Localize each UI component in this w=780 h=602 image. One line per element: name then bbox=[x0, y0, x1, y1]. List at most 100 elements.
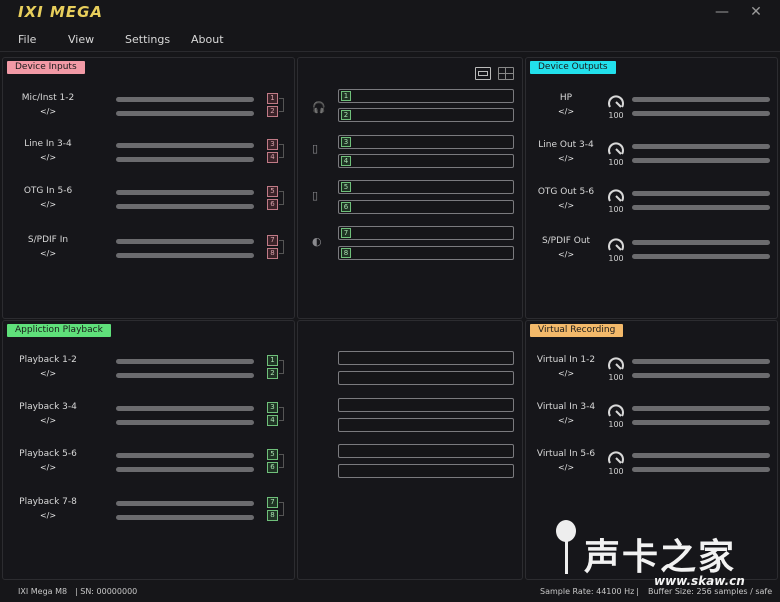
outputs-row-label: S/PDIF Out bbox=[541, 236, 591, 246]
outputs-level-meter[interactable] bbox=[632, 254, 770, 259]
playback-pair-bracket bbox=[279, 454, 284, 468]
inputs-level-meter[interactable] bbox=[116, 239, 254, 244]
inputs-row-label: OTG In 5-6 bbox=[23, 186, 73, 196]
playback-level-meter[interactable] bbox=[116, 373, 254, 378]
outputs-link-toggle[interactable]: </> bbox=[556, 250, 576, 259]
layout-split-button[interactable] bbox=[498, 67, 514, 80]
layout-single-button[interactable] bbox=[475, 67, 491, 80]
outputs-level-meter[interactable] bbox=[632, 191, 770, 196]
playback-level-meter[interactable] bbox=[116, 359, 254, 364]
outputs-level-meter[interactable] bbox=[632, 240, 770, 245]
status-separator: | bbox=[636, 587, 639, 596]
inputs-channel-badge: 6 bbox=[267, 199, 278, 210]
recording-link-toggle[interactable]: </> bbox=[556, 369, 576, 378]
recording-volume-knob[interactable]: 100 bbox=[606, 354, 626, 382]
inputs-level-meter[interactable] bbox=[116, 253, 254, 258]
outputs-level-meter[interactable] bbox=[632, 97, 770, 102]
recording-level-meter[interactable] bbox=[632, 453, 770, 458]
outputs-volume-knob[interactable]: 100 bbox=[606, 235, 626, 263]
routing-slot-7[interactable]: 7 bbox=[338, 226, 514, 240]
menu-about[interactable]: About bbox=[191, 33, 224, 46]
knob-icon bbox=[608, 404, 624, 417]
playback-level-meter[interactable] bbox=[116, 420, 254, 425]
recording-routing-slot-2[interactable] bbox=[338, 371, 514, 385]
routing-channel-badge: 8 bbox=[341, 248, 351, 258]
menu-settings[interactable]: Settings bbox=[125, 33, 170, 46]
knob-value: 100 bbox=[608, 420, 624, 429]
minimize-button[interactable]: — bbox=[711, 2, 733, 22]
outputs-level-meter[interactable] bbox=[632, 144, 770, 149]
recording-routing-slot-3[interactable] bbox=[338, 398, 514, 412]
menu-view[interactable]: View bbox=[68, 33, 94, 46]
inputs-level-meter[interactable] bbox=[116, 111, 254, 116]
recording-routing-slot-4[interactable] bbox=[338, 418, 514, 432]
outputs-level-meter[interactable] bbox=[632, 111, 770, 116]
routing-slot-8[interactable]: 8 bbox=[338, 246, 514, 260]
playback-channel-badge: 3 bbox=[267, 402, 278, 413]
inputs-link-toggle[interactable]: </> bbox=[38, 107, 58, 116]
knob-icon bbox=[608, 357, 624, 370]
routing-slot-3[interactable]: 3 bbox=[338, 135, 514, 149]
routing-slot-2[interactable]: 2 bbox=[338, 108, 514, 122]
recording-routing-slot-6[interactable] bbox=[338, 464, 514, 478]
inputs-link-toggle[interactable]: </> bbox=[38, 153, 58, 162]
playback-link-toggle[interactable]: </> bbox=[38, 463, 58, 472]
playback-link-toggle[interactable]: </> bbox=[38, 416, 58, 425]
playback-channel-badge: 5 bbox=[267, 449, 278, 460]
recording-link-toggle[interactable]: </> bbox=[556, 463, 576, 472]
routing-slot-1[interactable]: 1 bbox=[338, 89, 514, 103]
inputs-level-meter[interactable] bbox=[116, 143, 254, 148]
knob-icon bbox=[608, 238, 624, 251]
inputs-level-meter[interactable] bbox=[116, 97, 254, 102]
virtual-recording-label: Virtual Recording bbox=[530, 324, 624, 337]
knob-value: 100 bbox=[608, 205, 624, 214]
outputs-volume-knob[interactable]: 100 bbox=[606, 186, 626, 214]
outputs-level-meter[interactable] bbox=[632, 205, 770, 210]
outputs-level-meter[interactable] bbox=[632, 158, 770, 163]
routing-slot-6[interactable]: 6 bbox=[338, 200, 514, 214]
device-outputs-label: Device Outputs bbox=[530, 61, 616, 74]
playback-level-meter[interactable] bbox=[116, 406, 254, 411]
inputs-channel-badge: 5 bbox=[267, 186, 278, 197]
inputs-channel-badge: 1 bbox=[267, 93, 278, 104]
playback-link-toggle[interactable]: </> bbox=[38, 511, 58, 520]
inputs-link-toggle[interactable]: </> bbox=[38, 200, 58, 209]
recording-row-label: Virtual In 3-4 bbox=[536, 402, 596, 412]
recording-volume-knob[interactable]: 100 bbox=[606, 401, 626, 429]
routing-slot-4[interactable]: 4 bbox=[338, 154, 514, 168]
outputs-link-toggle[interactable]: </> bbox=[556, 201, 576, 210]
inputs-level-meter[interactable] bbox=[116, 157, 254, 162]
menu-file[interactable]: File bbox=[18, 33, 36, 46]
inputs-pair-bracket bbox=[279, 144, 284, 158]
routing-channel-badge: 5 bbox=[341, 182, 351, 192]
playback-level-meter[interactable] bbox=[116, 453, 254, 458]
outputs-link-toggle[interactable]: </> bbox=[556, 107, 576, 116]
recording-row-label: Virtual In 5-6 bbox=[536, 449, 596, 459]
recording-level-meter[interactable] bbox=[632, 467, 770, 472]
outputs-link-toggle[interactable]: </> bbox=[556, 154, 576, 163]
inputs-pair-bracket bbox=[279, 98, 284, 112]
recording-routing-slot-1[interactable] bbox=[338, 351, 514, 365]
playback-row-label: Playback 3-4 bbox=[19, 402, 77, 412]
playback-level-meter[interactable] bbox=[116, 467, 254, 472]
playback-level-meter[interactable] bbox=[116, 515, 254, 520]
inputs-level-meter[interactable] bbox=[116, 204, 254, 209]
playback-link-toggle[interactable]: </> bbox=[38, 369, 58, 378]
recording-routing-slot-5[interactable] bbox=[338, 444, 514, 458]
recording-level-meter[interactable] bbox=[632, 406, 770, 411]
outputs-volume-knob[interactable]: 100 bbox=[606, 92, 626, 120]
outputs-volume-knob[interactable]: 100 bbox=[606, 139, 626, 167]
routing-slot-5[interactable]: 5 bbox=[338, 180, 514, 194]
inputs-link-toggle[interactable]: </> bbox=[38, 249, 58, 258]
recording-link-toggle[interactable]: </> bbox=[556, 416, 576, 425]
knob-value: 100 bbox=[608, 373, 624, 382]
recording-level-meter[interactable] bbox=[632, 420, 770, 425]
recording-level-meter[interactable] bbox=[632, 373, 770, 378]
application-playback-label: Appliction Playback bbox=[7, 324, 111, 337]
inputs-level-meter[interactable] bbox=[116, 190, 254, 195]
recording-volume-knob[interactable]: 100 bbox=[606, 448, 626, 476]
inputs-pair-bracket bbox=[279, 240, 284, 254]
playback-level-meter[interactable] bbox=[116, 501, 254, 506]
recording-level-meter[interactable] bbox=[632, 359, 770, 364]
close-button[interactable]: ✕ bbox=[745, 2, 767, 22]
